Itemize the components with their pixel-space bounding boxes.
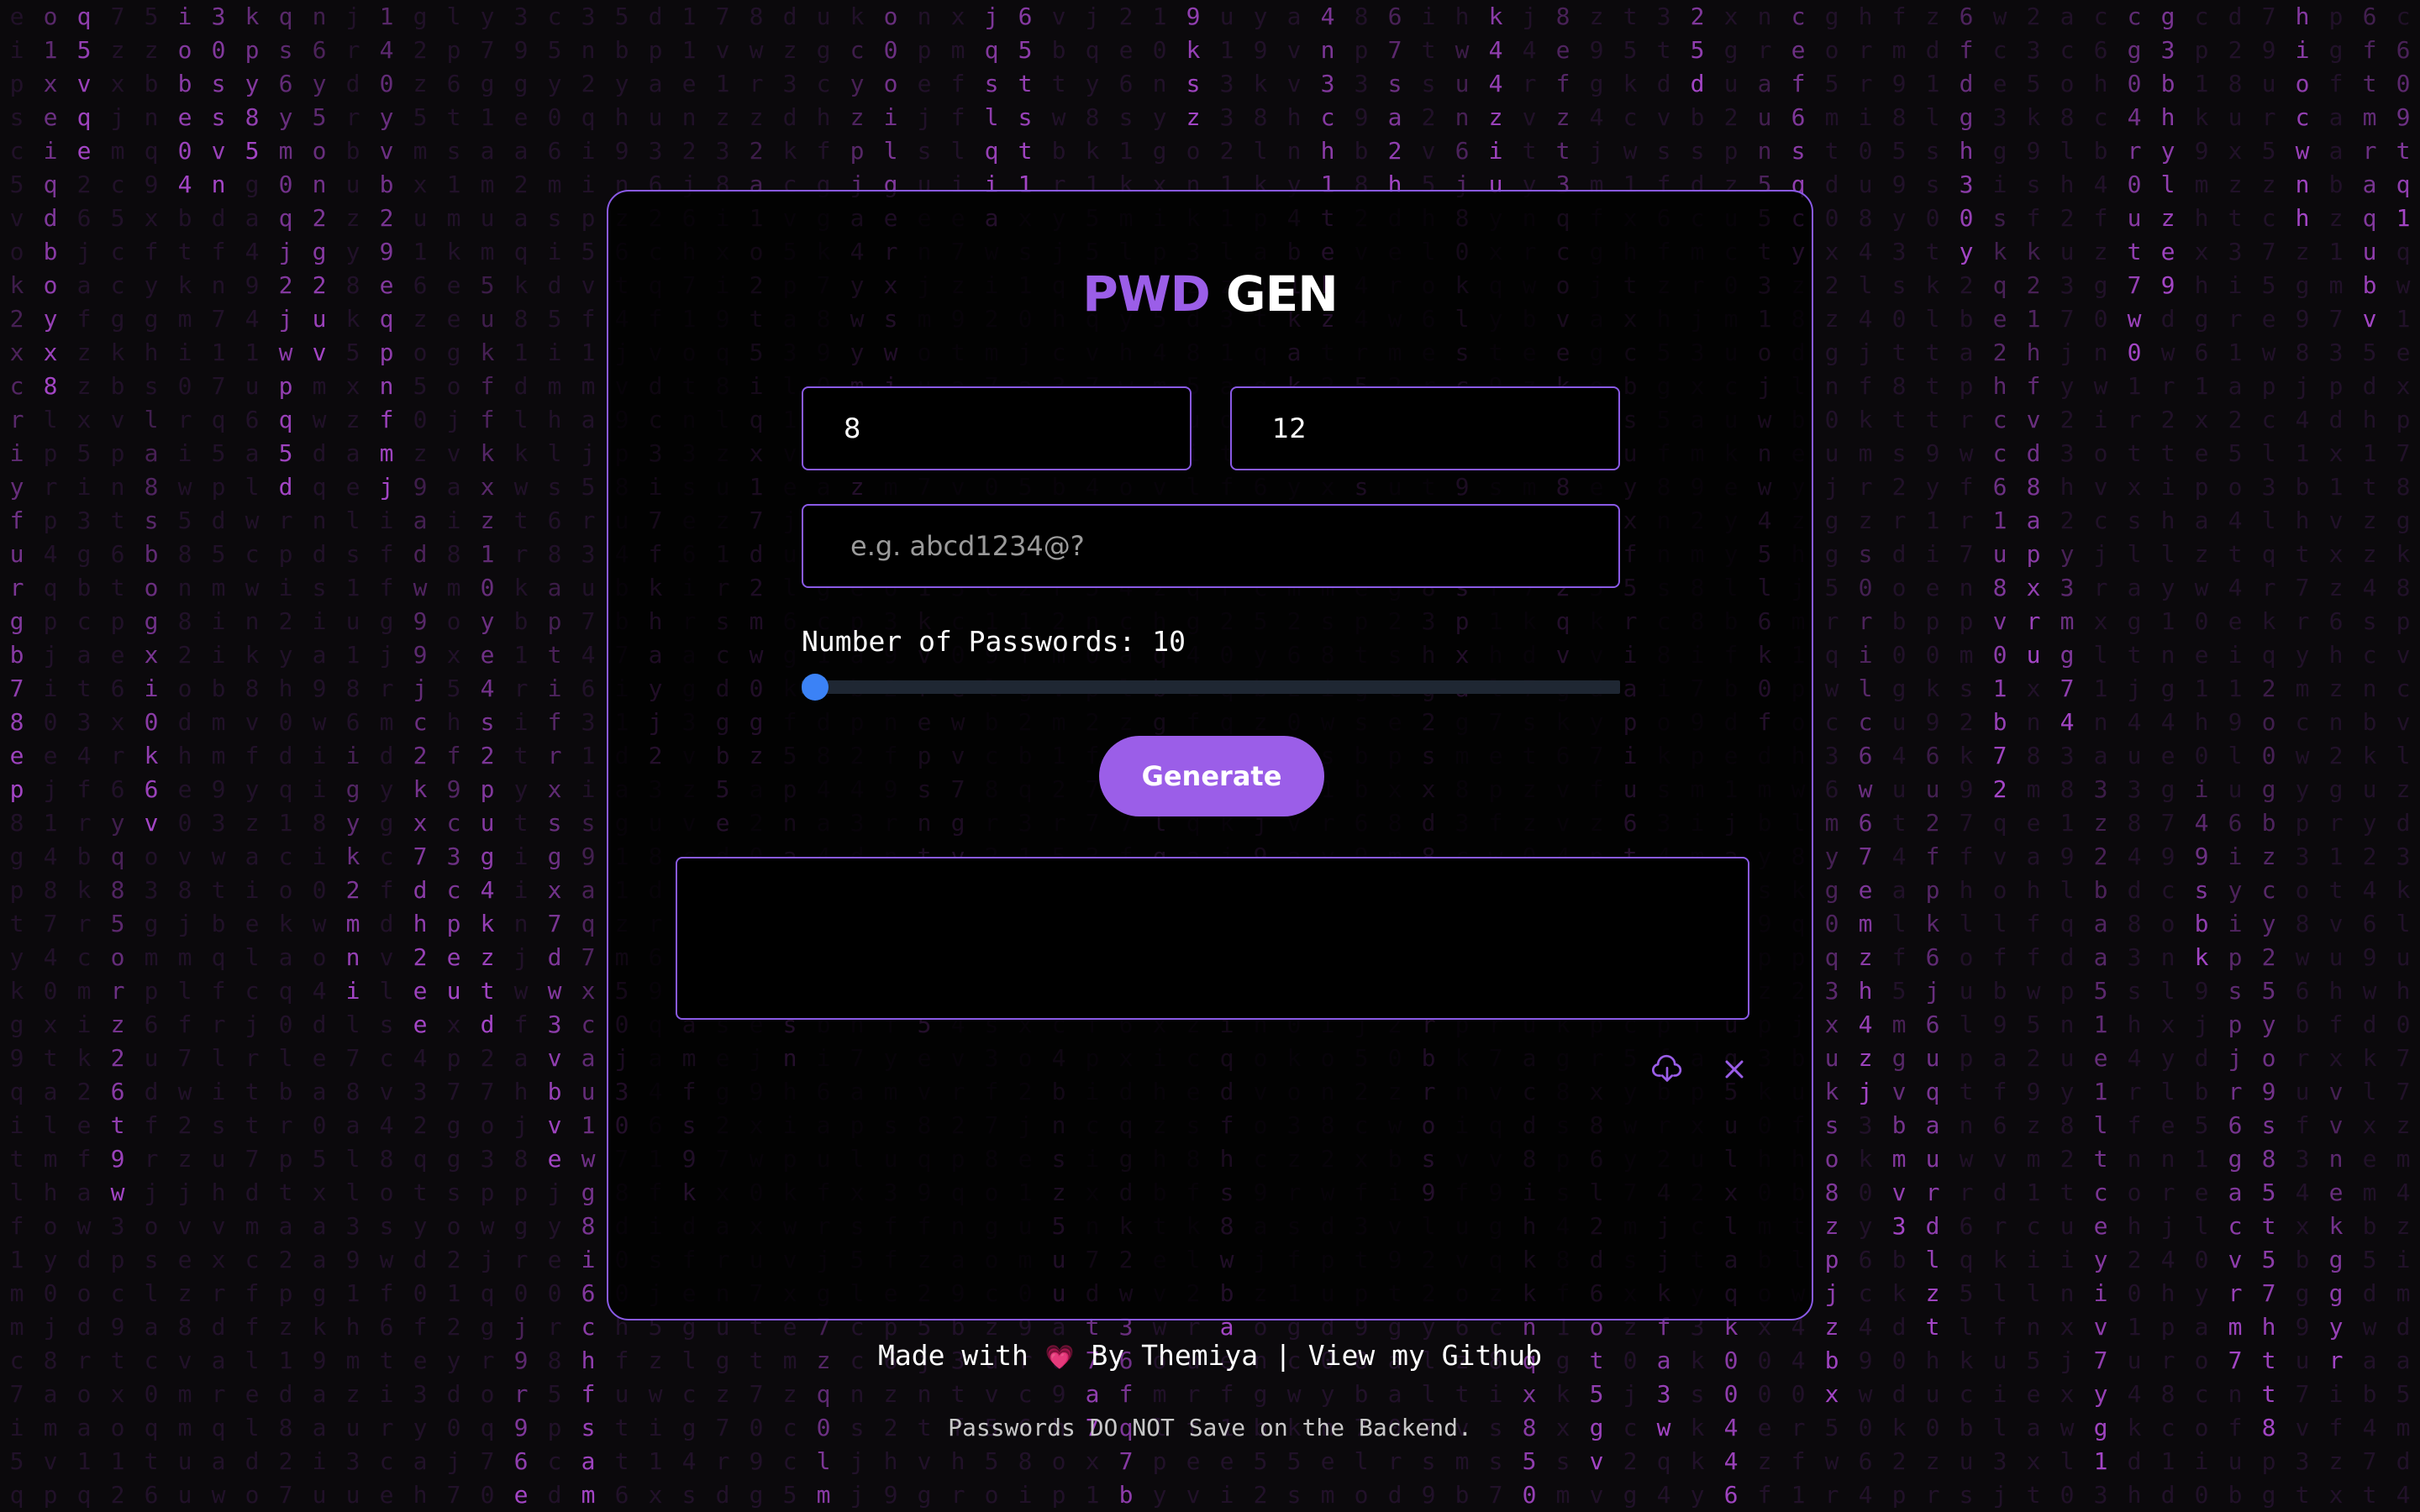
generator-card: PWD GEN Number of Passwords: 10 Generate… — [607, 190, 1813, 1441]
password-count-slider[interactable] — [802, 674, 1620, 701]
rain-column: wce3giskqe2hcc61u8v01b72qvolfb9af6vdrklf… — [1992, 3, 2007, 1509]
rain-column: 39gea2aqk81dlkwtrkb1ritytiinjwfahj8pgr0j… — [513, 3, 529, 1509]
rain-column: y7g1amum5ukffkxz10ye4s2pug4kztd27o3pwjqg… — [480, 3, 495, 1509]
rain-column: 6ftmraqubv5dh1tzz4scnbkuy2469wdklxemb5dw… — [2362, 3, 2377, 1509]
rain-column: fm9859y3s0t8ts2rdob0gu4ut4alf5mgvbmv3bkd… — [1891, 3, 1907, 1509]
password-count-label: Number of Passwords: 10 — [802, 625, 1186, 658]
rain-column: cg04r0ut7w01rtxslagtj4u384d83sh4rfnoh201… — [2127, 3, 2142, 1509]
rain-column: c5y06msid5imhls68aptifrxsgx7dw3vbvejye0r… — [547, 3, 562, 1509]
rain-column: g3bhylze9dwr2tihly1ng4eg79conlxylenrj4hp… — [2160, 3, 2175, 1509]
rain-column: qs6ym0qj2jwpq5drpi2yh0dq1cokaq0lbrpta2pz… — [278, 3, 293, 1509]
rain-column: jrdrbuzy8k5xzaels1u186igyk2mnil78all391h… — [345, 3, 360, 1509]
rain-column: c6hcb4fzg0nwiovcjrxl1na3z2baa51e1ltceyiv… — [2093, 3, 2108, 1509]
password-output[interactable] — [676, 857, 1749, 1020]
rain-column: q5vqe26jafzzx5i3gbcat34frbkrcmik2efawdod… — [76, 3, 92, 1509]
close-icon — [1719, 1054, 1749, 1087]
heart-icon: 💗 — [1044, 1343, 1075, 1371]
rain-column: hiocwnhzg98j41bht7rymcwyp3o8w6bruf34xbg9… — [2295, 3, 2310, 1509]
rain-column: 6fdgh30y2baprwfr7npms2k97fhloulptnwr6q5l… — [1959, 3, 1974, 1509]
charset-input[interactable] — [802, 504, 1620, 588]
cloud-download-icon — [1650, 1053, 1684, 1089]
rain-column: 5zbnq9xfyghsla8sbogxi0k6vo3gmp6udfrjosla… — [144, 3, 159, 1509]
rain-column: 79ur5zc75ewpcl3lqrkq2o0gbzcy25yo9s85t57h… — [2261, 3, 2276, 1509]
rain-column: 30ssvndfn717q5pd5miibmm93wtbqfrlisuhvxrd… — [211, 3, 226, 1509]
rain-column: lp6ts1mkeegojvai8mox5hf9c3cpeuxp7ggso212… — [446, 3, 461, 1509]
rain-column: 3n2qiip5vf1maj5r3u74631is9aq7xcau1wg8i6c… — [581, 3, 596, 1509]
app-title: PWD GEN — [608, 260, 1812, 328]
footer-separator: | — [1275, 1339, 1292, 1372]
rain-column: c609tq1qw1exp78gk8pvcvlzd3kluh077zm4zimd… — [2396, 3, 2411, 1509]
rain-column: 235k9sfk21hfvd8apxruxn8meahffw529zm1ciln… — [2026, 3, 2041, 1509]
rain-column: 140yvb29eqpnfmjiffgjrmdygcfdvlscv48oswf6… — [379, 3, 394, 1509]
rain-column: eipsc5vok2xcriyfurgb78ep8gptykg9qitlf1mm… — [9, 3, 24, 1509]
download-button[interactable] — [1647, 1050, 1687, 1090]
clear-button[interactable] — [1714, 1050, 1754, 1090]
footer-credits: Made with 💗 By Themiya | View my Github — [608, 1336, 1812, 1378]
rain-column: zd1lss0tklttt9y1iep0k96u2fpk6j6uqaurdlzt… — [1925, 3, 1940, 1509]
slider-thumb[interactable] — [802, 674, 829, 701]
rain-column: d28uxzt3ir1a25o4t4ei19lu6iyipspjr6gacvrm… — [2228, 3, 2243, 1509]
github-link[interactable]: View my Github — [1308, 1339, 1542, 1372]
min-length-input[interactable] — [802, 386, 1192, 470]
footer-made-with: Made with — [878, 1339, 1028, 1372]
max-length-input[interactable] — [1230, 386, 1620, 470]
footer-author: By Themiya — [1091, 1339, 1259, 1372]
rain-column: o1xeiqdboyx8lprp4qpji0ej148740xtalmhoy0j… — [43, 3, 58, 1509]
rain-column: hrri0u84l4jfkmrzs0rilc6w67emzh4zj3k0y6c4… — [1858, 3, 1873, 1509]
rain-column: n6y5on2g2uvmwdqndsia9wii8i0wo4dea05xaagk… — [312, 3, 327, 1509]
title-accent: PWD — [1082, 265, 1211, 323]
backend-note: Passwords DO NOT Save on the Backend. — [948, 1414, 1472, 1441]
title-main: GEN — [1226, 265, 1339, 323]
rain-column: cp1k9mhxhg61xepazw0e1h0i49sbk9jdb51el0ya… — [2194, 3, 2209, 1509]
rain-column: iobe04btkmi0riw58n82odhe0v8jmlf7w2zjvez8… — [177, 3, 192, 1509]
rain-column: g2z5mxu16zo50z9adw99jc2kx7dh2ee432qtyd0f… — [413, 3, 428, 1509]
rain-column: 7zxjmc5ccgkbvpnt6tpe6xr6yq85orz26t9w3pc9… — [110, 3, 125, 1509]
rain-column: aco8lh2u37jy23h2y3mg743819lqdpnuy82tuinx… — [2060, 3, 2075, 1509]
rain-column: kpy85ga4941u6alwcwnk8vfyzaielcjrtt7dmcff… — [245, 3, 260, 1509]
rain-column: pgfaabz1m73pdx1vxz6hzn2gr1tvuhfxvvnekggy… — [2328, 3, 2344, 1509]
rain-column: go5mtd0x2zgn0ujgg5rqwc36myg0q3xukso8zpjz… — [1824, 3, 1839, 1509]
generate-button[interactable]: Generate — [1099, 736, 1324, 816]
